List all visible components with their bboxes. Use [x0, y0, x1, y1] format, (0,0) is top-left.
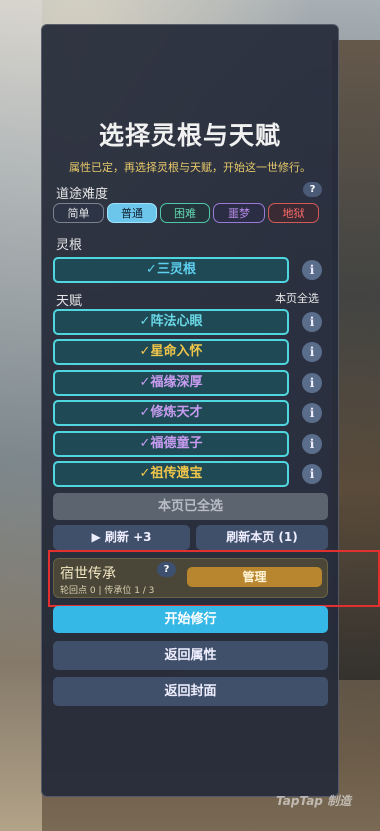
- talent-option-button[interactable]: ✓星命入怀: [53, 339, 289, 365]
- difficulty-option-label: 困难: [174, 207, 196, 220]
- refresh-page-button[interactable]: 刷新本页 (1): [196, 525, 328, 550]
- back-cover-button[interactable]: 返回封面: [53, 677, 328, 706]
- root-label: 灵根: [56, 238, 83, 253]
- talent-info-icon[interactable]: i: [302, 403, 322, 423]
- difficulty-option-label: 普通: [121, 207, 143, 220]
- difficulty-option-nightmare[interactable]: 噩梦: [213, 203, 265, 223]
- talent-info-icon[interactable]: i: [302, 342, 322, 362]
- refresh-button[interactable]: ▶ 刷新 +3: [53, 525, 190, 550]
- select-all-page-link[interactable]: 本页全选: [275, 290, 319, 306]
- root-info-icon[interactable]: i: [302, 260, 322, 280]
- talent-option-button[interactable]: ✓阵法心眼: [53, 309, 289, 335]
- all-selected-button[interactable]: 本页已全选: [53, 493, 328, 520]
- talent-option-button[interactable]: ✓福德童子: [53, 431, 289, 457]
- difficulty-option-hard[interactable]: 困难: [160, 203, 210, 223]
- talent-info-icon[interactable]: i: [302, 373, 322, 393]
- talent-option-button[interactable]: ✓修炼天才: [53, 400, 289, 426]
- talent-option-button[interactable]: ✓福缘深厚: [53, 370, 289, 396]
- page-title: 选择灵根与天赋: [98, 121, 281, 150]
- talent-info-icon[interactable]: i: [302, 464, 322, 484]
- difficulty-label: 道途难度: [56, 187, 109, 202]
- difficulty-help-button[interactable]: ?: [303, 182, 322, 197]
- difficulty-option-label: 地狱: [282, 207, 305, 220]
- difficulty-option-hell[interactable]: 地狱: [268, 203, 319, 223]
- watermark: TapTap 制造: [276, 794, 352, 808]
- page-subtitle: 属性已定，再选择灵根与天赋，开始这一世修行。: [69, 161, 311, 174]
- talent-option-button[interactable]: ✓祖传遗宝: [53, 461, 289, 487]
- talent-label: 天赋: [56, 294, 83, 309]
- back-attributes-button[interactable]: 返回属性: [53, 641, 328, 670]
- root-option-button[interactable]: ✓三灵根: [53, 257, 289, 283]
- difficulty-option-normal[interactable]: 普通: [107, 203, 157, 223]
- start-cultivation-button[interactable]: 开始修行: [53, 606, 328, 633]
- highlight-box: [48, 550, 380, 607]
- difficulty-option-label: 噩梦: [228, 207, 250, 220]
- talent-info-icon[interactable]: i: [302, 434, 322, 454]
- talent-info-icon[interactable]: i: [302, 312, 322, 332]
- difficulty-option-label: 简单: [67, 207, 90, 220]
- difficulty-option-easy[interactable]: 简单: [53, 203, 104, 223]
